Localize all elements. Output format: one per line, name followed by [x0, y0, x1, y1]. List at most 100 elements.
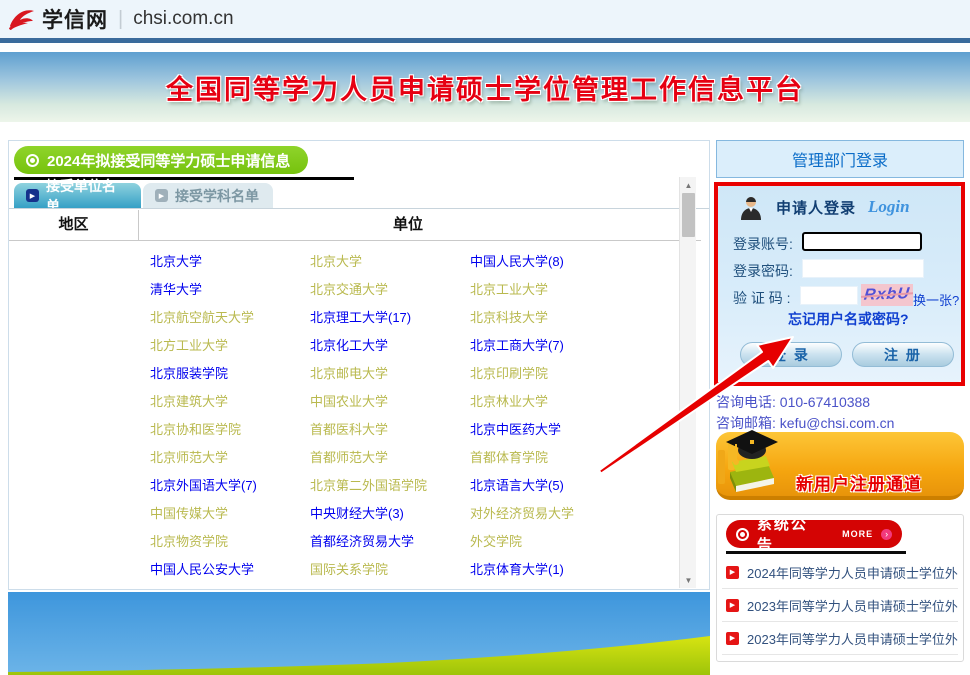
- tab-label: 接受学科名单: [175, 187, 259, 204]
- tab-accepting-units[interactable]: ▶ 接受单位名单: [14, 178, 141, 214]
- announcements-underline: [726, 551, 906, 554]
- account-input[interactable]: [802, 232, 922, 251]
- university-grid: 北京大学 北京大学 中国人民大学(8) 清华大学 北京交通大学 北京工业大学 北京航空航天大…: [8, 246, 678, 582]
- university-link[interactable]: 北京林业大学: [470, 391, 630, 410]
- site-domain: chsi.com.cn: [133, 8, 234, 29]
- announcement-list: ▶ 2024年同等学力人员申请硕士学位外... ▶ 2023年同等学力人员申请硕士学位…: [722, 556, 958, 655]
- scroll-down-icon[interactable]: ▼: [680, 572, 697, 588]
- play-icon: ▶: [155, 189, 168, 202]
- university-link[interactable]: 北京第二外国语学院: [310, 475, 470, 494]
- login-title-en: Login: [868, 197, 910, 216]
- table-row: 北京协和医学院 首都医科大学 北京中医药大学: [8, 414, 678, 442]
- university-link[interactable]: 国际关系学院: [310, 559, 470, 578]
- captcha-text: RxbU: [863, 285, 911, 304]
- announcement-item[interactable]: ▶ 2024年同等学力人员申请硕士学位外...: [722, 556, 958, 589]
- university-link[interactable]: 北京语言大学(5): [470, 475, 630, 494]
- university-link[interactable]: 北京外国语大学(7): [150, 475, 310, 494]
- column-header-unit: 单位: [392, 216, 423, 233]
- university-link[interactable]: 首都经济贸易大学: [310, 531, 470, 550]
- column-header-region: 地区: [58, 216, 89, 233]
- university-link[interactable]: 北京体育大学(1): [470, 559, 630, 578]
- university-link[interactable]: 北京大学: [150, 251, 310, 270]
- contact-phone: 咨询电话: 010-67410388: [716, 392, 870, 412]
- password-label: 登录密码:: [733, 263, 793, 279]
- play-icon: ▶: [726, 598, 739, 612]
- university-link[interactable]: 北京工业大学: [470, 279, 630, 298]
- table-row: 北京航空航天大学 北京理工大学(17) 北京科技大学: [8, 302, 678, 330]
- tab-accepting-subjects[interactable]: ▶ 接受学科名单: [143, 183, 273, 208]
- section-header: 2024年拟接受同等学力硕士申请信息: [14, 146, 309, 174]
- university-link[interactable]: 北京建筑大学: [150, 391, 310, 410]
- table-row: 北京建筑大学 中国农业大学 北京林业大学: [8, 386, 678, 414]
- login-title: 申请人登录: [776, 199, 857, 217]
- email-value[interactable]: kefu@chsi.com.cn: [780, 415, 895, 431]
- university-link[interactable]: 北京航空航天大学: [150, 307, 310, 326]
- university-link[interactable]: 北京化工大学: [310, 335, 470, 354]
- announcement-item[interactable]: ▶ 2023年同等学力人员申请硕士学位外...: [722, 622, 958, 655]
- table-row: 中国人民公安大学 国际关系学院 北京体育大学(1): [8, 554, 678, 582]
- forgot-password-link[interactable]: 忘记用户名或密码?: [788, 309, 909, 329]
- platform-title: 全国同等学力人员申请硕士学位管理工作信息平台: [166, 74, 804, 105]
- more-link[interactable]: MORE: [842, 529, 873, 539]
- platform-banner: 全国同等学力人员申请硕士学位管理工作信息平台: [0, 52, 970, 122]
- captcha-image[interactable]: RxbU: [861, 284, 913, 306]
- login-button[interactable]: 登 录: [740, 342, 842, 367]
- announcement-text: 2024年同等学力人员申请硕士学位外...: [747, 565, 958, 581]
- header-accent-bar: [0, 38, 970, 43]
- play-icon: ▶: [726, 565, 739, 579]
- login-panel-header: 申请人登录 Login: [738, 194, 910, 220]
- register-button[interactable]: 注 册: [852, 342, 954, 367]
- admin-login-label: 管理部门登录: [791, 153, 888, 170]
- phone-label: 咨询电话:: [716, 394, 776, 410]
- table-header-divider: [9, 240, 701, 241]
- university-link[interactable]: 中国传媒大学: [150, 503, 310, 522]
- university-link[interactable]: 北京科技大学: [470, 307, 630, 326]
- university-link[interactable]: 北京交通大学: [310, 279, 470, 298]
- university-link[interactable]: 首都体育学院: [470, 447, 630, 466]
- announcement-item[interactable]: ▶ 2023年同等学力人员申请硕士学位外...: [722, 589, 958, 622]
- captcha-refresh-link[interactable]: 换一张?: [913, 290, 959, 309]
- page: 学信网 | chsi.com.cn 全国同等学力人员申请硕士学位管理工作信息平台…: [0, 0, 970, 675]
- password-input[interactable]: [802, 259, 924, 278]
- captcha-input[interactable]: [800, 286, 858, 305]
- university-link[interactable]: 北京服装学院: [150, 363, 310, 382]
- university-link[interactable]: 中国人民大学(8): [470, 251, 630, 270]
- university-link[interactable]: 中国人民公安大学: [150, 559, 310, 578]
- university-link[interactable]: 北京理工大学(17): [310, 307, 470, 326]
- more-arrow-icon[interactable]: ›: [881, 528, 892, 540]
- university-link[interactable]: 北京工商大学(7): [470, 335, 630, 354]
- table-row: 北京大学 北京大学 中国人民大学(8): [8, 246, 678, 274]
- chsi-logo-icon: [9, 10, 34, 30]
- university-link[interactable]: 清华大学: [150, 279, 310, 298]
- table-row: 北京师范大学 首都师范大学 首都体育学院: [8, 442, 678, 470]
- site-name: 学信网: [42, 9, 108, 32]
- university-link[interactable]: 对外经济贸易大学: [470, 503, 630, 522]
- university-link[interactable]: 外交学院: [470, 531, 630, 550]
- announcements-title: 系统公告: [756, 516, 808, 554]
- university-link[interactable]: 北京印刷学院: [470, 363, 630, 382]
- university-link[interactable]: 北京师范大学: [150, 447, 310, 466]
- university-link[interactable]: 北京物资学院: [150, 531, 310, 550]
- university-link[interactable]: 北京邮电大学: [310, 363, 470, 382]
- scrollbar-thumb[interactable]: [682, 193, 695, 237]
- site-header: 学信网 | chsi.com.cn: [0, 0, 970, 38]
- admin-login-link[interactable]: 管理部门登录: [716, 140, 964, 178]
- phone-value: 010-67410388: [779, 394, 871, 410]
- university-link[interactable]: 首都师范大学: [310, 447, 470, 466]
- scrollbar[interactable]: ▲ ▼: [679, 177, 696, 588]
- scroll-up-icon[interactable]: ▲: [680, 177, 697, 193]
- university-link[interactable]: 北京协和医学院: [150, 419, 310, 438]
- university-link[interactable]: 中国农业大学: [310, 391, 470, 410]
- announcement-text: 2023年同等学力人员申请硕士学位外...: [747, 631, 958, 647]
- announcement-text: 2023年同等学力人员申请硕士学位外...: [747, 598, 958, 614]
- university-link[interactable]: 北方工业大学: [150, 335, 310, 354]
- university-link[interactable]: 中央财经大学(3): [310, 503, 470, 522]
- table-row: 北京物资学院 首都经济贸易大学 外交学院: [8, 526, 678, 554]
- register-banner-label: 新用户注册通道: [796, 475, 922, 494]
- graduation-cap-icon: [718, 430, 778, 492]
- university-link[interactable]: 北京大学: [310, 251, 470, 270]
- captcha-label: 验 证 码 :: [733, 290, 791, 306]
- university-link[interactable]: 北京中医药大学: [470, 419, 630, 438]
- table-row: 北方工业大学 北京化工大学 北京工商大学(7): [8, 330, 678, 358]
- university-link[interactable]: 首都医科大学: [310, 419, 470, 438]
